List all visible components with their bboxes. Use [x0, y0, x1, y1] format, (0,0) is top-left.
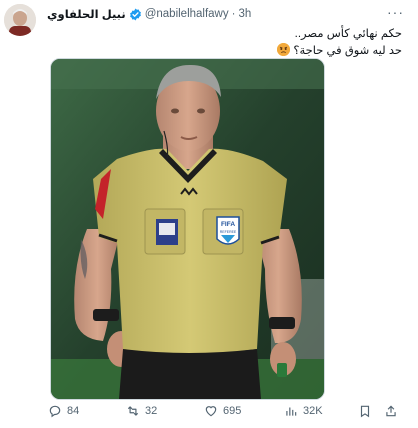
tweet-text-line-1: حكم نهائي كأس مصر..	[294, 28, 402, 40]
display-name[interactable]: نبيل الحلفاوي	[47, 7, 126, 21]
bookmark-button[interactable]	[358, 404, 372, 418]
reply-icon	[49, 405, 61, 418]
repost-button[interactable]: 32	[126, 404, 157, 418]
share-icon	[386, 405, 396, 417]
referee-badge-text: REFEREE	[220, 230, 237, 234]
more-options-icon[interactable]: ···	[387, 4, 404, 20]
reply-button[interactable]: 84	[48, 404, 79, 418]
repost-icon	[127, 406, 139, 416]
tweet-card: نبيل الحلفاوي @nabilelhalfawy · 3h ··· ح…	[0, 0, 418, 428]
views-count: 32K	[303, 405, 323, 417]
tweet-actions-bar: 84 32 695 32K	[48, 402, 404, 422]
heart-icon	[205, 406, 217, 417]
views-chart-icon	[286, 407, 297, 416]
fifa-badge-text: FIFA	[221, 221, 235, 228]
separator-dot: ·	[231, 8, 236, 20]
views-button[interactable]: 32K	[284, 404, 323, 418]
angry-face-emoji-icon	[277, 43, 291, 56]
share-button[interactable]	[384, 404, 398, 418]
like-button[interactable]: 695	[204, 404, 241, 418]
verified-badge-icon	[129, 8, 142, 21]
bookmark-icon	[360, 405, 370, 418]
repost-count: 32	[145, 405, 158, 417]
reply-count: 84	[67, 405, 80, 417]
tweet-text: حكم نهائي كأس مصر.. حد ليه شوق في حاجة؟	[72, 26, 402, 60]
tweet-text-line-2-words: حد ليه شوق في حاجة؟	[293, 45, 402, 57]
like-count: 695	[223, 405, 242, 417]
avatar[interactable]	[4, 4, 36, 36]
author-line: نبيل الحلفاوي @nabilelhalfawy · 3h	[47, 7, 251, 21]
tweet-photo-referee[interactable]: FIFA REFEREE	[50, 58, 325, 400]
handle[interactable]: @nabilelhalfawy	[145, 8, 229, 20]
timestamp[interactable]: 3h	[238, 8, 251, 20]
